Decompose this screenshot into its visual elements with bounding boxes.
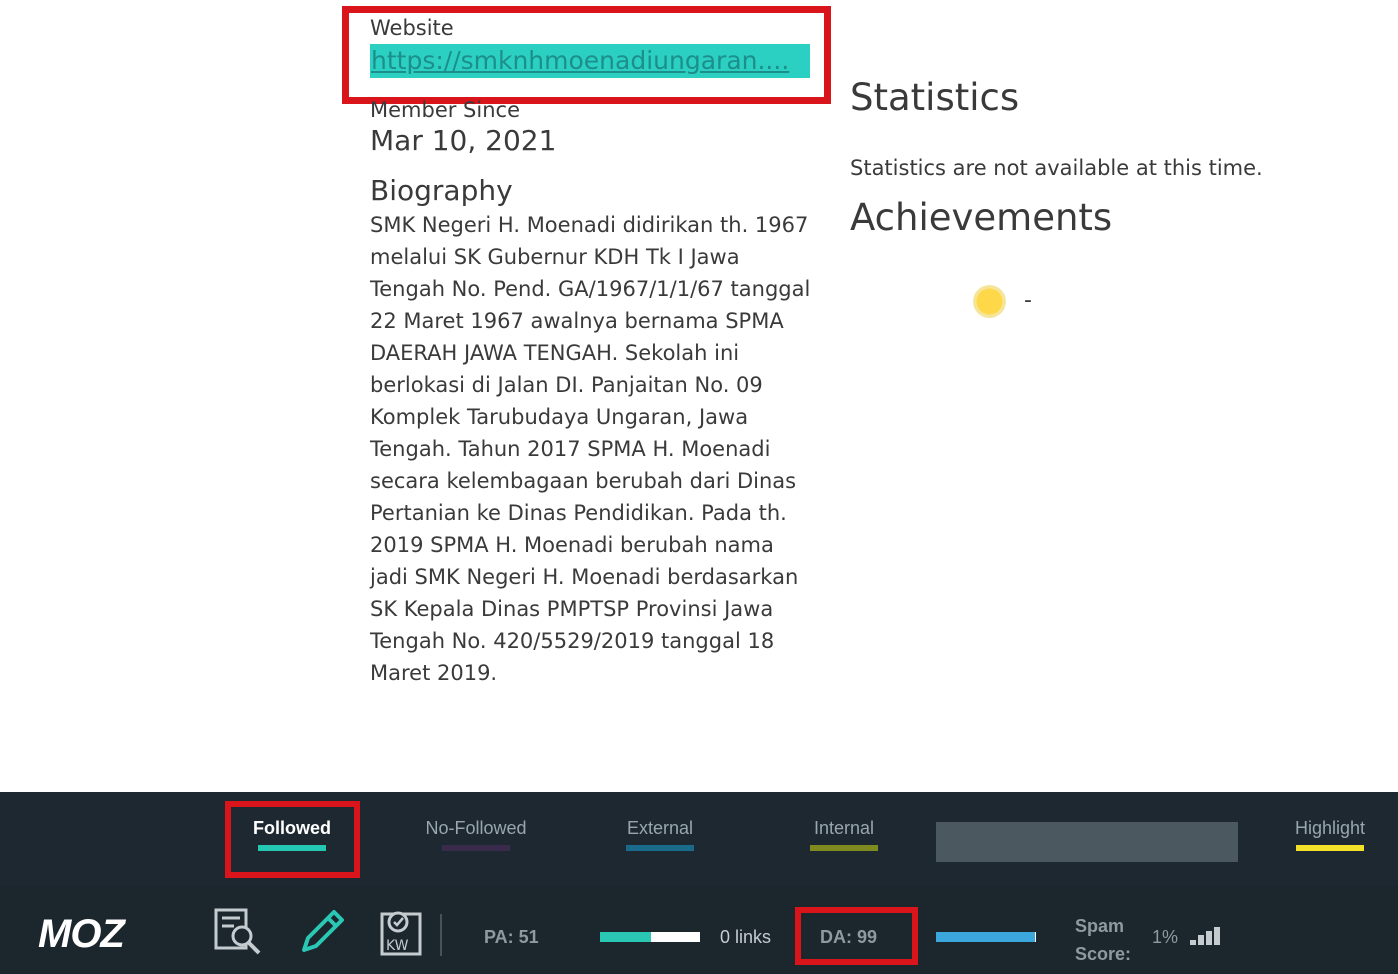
achievement-badge-icon [973,285,1006,318]
tab-indicator [258,845,326,851]
pa-bar [600,932,700,942]
tab-followed[interactable]: Followed [252,818,332,851]
tab-no-followed[interactable]: No-Followed [420,818,532,851]
statistics-title: Statistics [850,76,1020,119]
svg-text:KW: KW [386,938,409,954]
moz-logo[interactable]: MOZ [38,912,125,957]
achievements-title: Achievements [850,196,1113,239]
spam-score-value: 1% [1152,927,1179,947]
tab-label: No-Followed [425,818,527,838]
tab-indicator [626,845,694,851]
tab-highlight[interactable]: Highlight [1290,818,1370,851]
spam-bar [1198,935,1204,945]
da-bar-fill [936,932,1035,942]
toolbar-bottom-row [0,886,1398,974]
tab-indicator [442,845,510,851]
achievement-value: - [1024,288,1032,313]
tab-internal[interactable]: Internal [810,818,878,851]
spam-bar [1190,940,1196,945]
pa-label: PA: 51 [484,927,539,947]
pa-bar-fill [600,932,651,942]
page-analysis-icon[interactable] [212,906,264,958]
statistics-message: Statistics are not available at this tim… [850,156,1263,180]
spam-bar [1214,927,1220,945]
edit-pencil-icon[interactable] [296,906,348,958]
spam-score-bars-icon[interactable] [1190,927,1222,945]
member-since-label: Member Since [370,98,520,122]
spam-score-label: Spam Score: [1075,916,1132,964]
spam-bar [1206,931,1212,945]
keyword-icon[interactable]: KW [376,906,428,958]
da-bar [936,932,1036,942]
toolbar-separator [440,914,442,956]
tab-label: Internal [813,818,875,838]
biography-text: SMK Negeri H. Moenadi didirikan th. 1967… [370,213,811,685]
tab-external[interactable]: External [624,818,696,851]
tab-label: External [626,818,694,838]
tab-label: Followed [253,818,331,838]
tab-indicator [810,845,878,851]
tab-indicator [1296,845,1364,851]
da-label: DA: 99 [820,927,878,947]
biography-title: Biography [370,174,513,207]
member-since-date: Mar 10, 2021 [370,124,557,157]
website-label: Website [370,16,454,40]
highlight-input[interactable] [936,822,1238,862]
website-link[interactable]: https://smknhmoenadiungaran.... [370,44,810,78]
links-count[interactable]: 0 links [720,927,771,948]
tab-label: Highlight [1294,818,1366,838]
